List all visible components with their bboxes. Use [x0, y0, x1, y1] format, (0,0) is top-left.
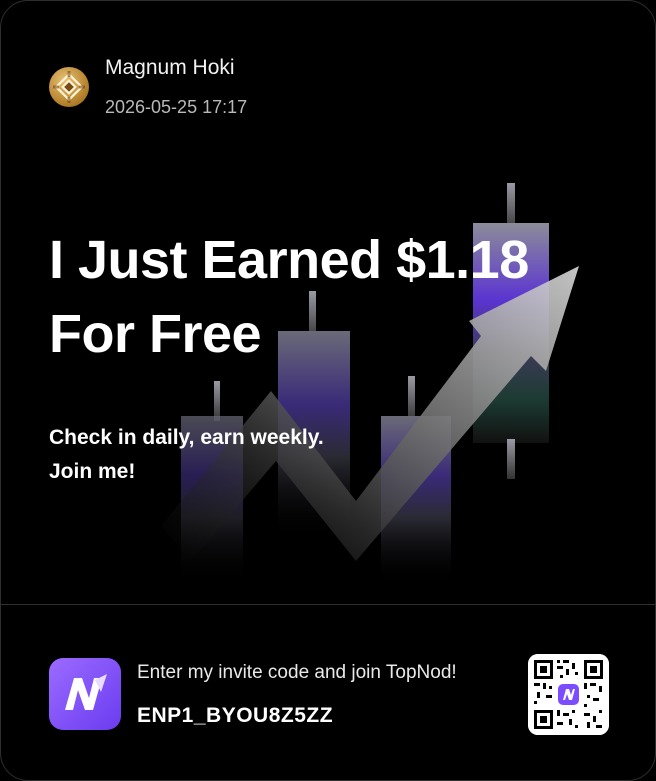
qr-code-image — [528, 654, 609, 735]
headline: I Just Earned $1.18 For Free — [49, 223, 609, 371]
subtitle-line-1: Check in daily, earn weekly. — [49, 426, 324, 449]
username: Magnum Hoki — [105, 56, 235, 79]
invite-code[interactable]: ENP1_BYOU8Z5ZZ — [137, 704, 333, 728]
share-card: Magnum Hoki 2026-05-25 17:17 I Just Earn… — [0, 0, 656, 781]
headline-line-1: I Just Earned $1.18 — [49, 230, 529, 290]
topnod-logo-icon — [49, 658, 121, 730]
avatar-emblem-icon — [53, 71, 85, 103]
subtitle: Check in daily, earn weekly. Join me! — [49, 421, 324, 489]
post-timestamp: 2026-05-25 17:17 — [105, 97, 248, 117]
avatar — [49, 67, 89, 107]
topnod-n-glyph-icon — [65, 674, 107, 710]
headline-line-2: For Free — [49, 304, 262, 364]
subtitle-line-2: Join me! — [49, 460, 136, 483]
invite-prompt: Enter my invite code and join TopNod! — [137, 662, 457, 683]
qr-code[interactable] — [528, 654, 609, 735]
divider — [1, 604, 655, 605]
